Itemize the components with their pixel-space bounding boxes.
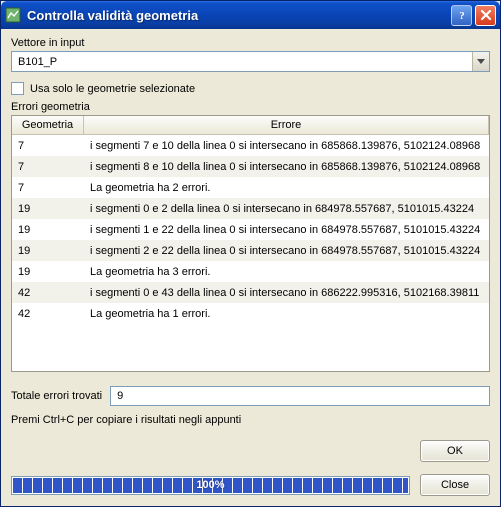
cell-error: i segmenti 0 e 2 della linea 0 si inters… — [84, 203, 489, 215]
cell-geometry: 7 — [12, 161, 84, 173]
cell-error: La geometria ha 1 errori. — [84, 308, 489, 320]
combo-dropdown-button[interactable] — [472, 52, 489, 71]
col-header-error[interactable]: Errore — [84, 116, 489, 134]
svg-text:?: ? — [459, 10, 465, 21]
input-vector-combo[interactable]: B101_P — [11, 51, 490, 72]
client-area: Vettore in input B101_P Usa solo le geom… — [1, 29, 500, 506]
cell-geometry: 19 — [12, 203, 84, 215]
table-row[interactable]: 19 i segmenti 0 e 2 della linea 0 si int… — [12, 198, 489, 219]
table-row[interactable]: 19 La geometria ha 3 errori. — [12, 261, 489, 282]
window-close-button[interactable] — [475, 5, 496, 26]
input-vector-label: Vettore in input — [11, 37, 490, 49]
cell-error: La geometria ha 2 errori. — [84, 182, 489, 194]
table-row[interactable]: 7 i segmenti 7 e 10 della linea 0 si int… — [12, 135, 489, 156]
total-label: Totale errori trovati — [11, 390, 102, 402]
window-title: Controlla validità geometria — [27, 8, 451, 23]
ok-button[interactable]: OK — [420, 440, 490, 462]
cell-geometry: 19 — [12, 266, 84, 278]
close-button[interactable]: Close — [420, 474, 490, 496]
errors-table[interactable]: Geometria Errore 7 i segmenti 7 e 10 del… — [11, 115, 490, 372]
errors-section-label: Errori geometria — [11, 101, 490, 113]
cell-error: i segmenti 7 e 10 della linea 0 si inter… — [84, 140, 489, 152]
total-errors-value: 9 — [117, 390, 123, 402]
table-row[interactable]: 7 i segmenti 8 e 10 della linea 0 si int… — [12, 156, 489, 177]
table-body: 7 i segmenti 7 e 10 della linea 0 si int… — [12, 135, 489, 371]
table-row[interactable]: 19 i segmenti 1 e 22 della linea 0 si in… — [12, 219, 489, 240]
total-errors-field[interactable]: 9 — [110, 386, 490, 406]
cell-error: i segmenti 1 e 22 della linea 0 si inter… — [84, 224, 489, 236]
progress-text: 100% — [196, 479, 224, 491]
cell-error: i segmenti 2 e 22 della linea 0 si inter… — [84, 245, 489, 257]
cell-error: La geometria ha 3 errori. — [84, 266, 489, 278]
cell-geometry: 42 — [12, 287, 84, 299]
help-button[interactable]: ? — [451, 5, 472, 26]
table-row[interactable]: 19 i segmenti 2 e 22 della linea 0 si in… — [12, 240, 489, 261]
cell-geometry: 19 — [12, 224, 84, 236]
app-icon — [5, 7, 21, 23]
chevron-down-icon — [477, 59, 485, 65]
cell-geometry: 7 — [12, 182, 84, 194]
cell-geometry: 42 — [12, 308, 84, 320]
progress-bar: 100% — [11, 476, 410, 495]
cell-geometry: 7 — [12, 140, 84, 152]
titlebar: Controlla validità geometria ? — [1, 1, 500, 29]
table-row[interactable]: 42 i segmenti 0 e 43 della linea 0 si in… — [12, 282, 489, 303]
table-header: Geometria Errore — [12, 116, 489, 135]
cell-error: i segmenti 8 e 10 della linea 0 si inter… — [84, 161, 489, 173]
copy-hint: Premi Ctrl+C per copiare i risultati neg… — [11, 414, 490, 426]
only-selected-label: Usa solo le geometrie selezionate — [30, 83, 195, 95]
input-vector-value: B101_P — [12, 56, 472, 68]
table-row[interactable]: 42 La geometria ha 1 errori. — [12, 303, 489, 324]
only-selected-checkbox[interactable] — [11, 82, 24, 95]
cell-error: i segmenti 0 e 43 della linea 0 si inter… — [84, 287, 489, 299]
col-header-geometry[interactable]: Geometria — [12, 116, 84, 134]
cell-geometry: 19 — [12, 245, 84, 257]
dialog-window: Controlla validità geometria ? Vettore i… — [0, 0, 501, 507]
table-row[interactable]: 7 La geometria ha 2 errori. — [12, 177, 489, 198]
